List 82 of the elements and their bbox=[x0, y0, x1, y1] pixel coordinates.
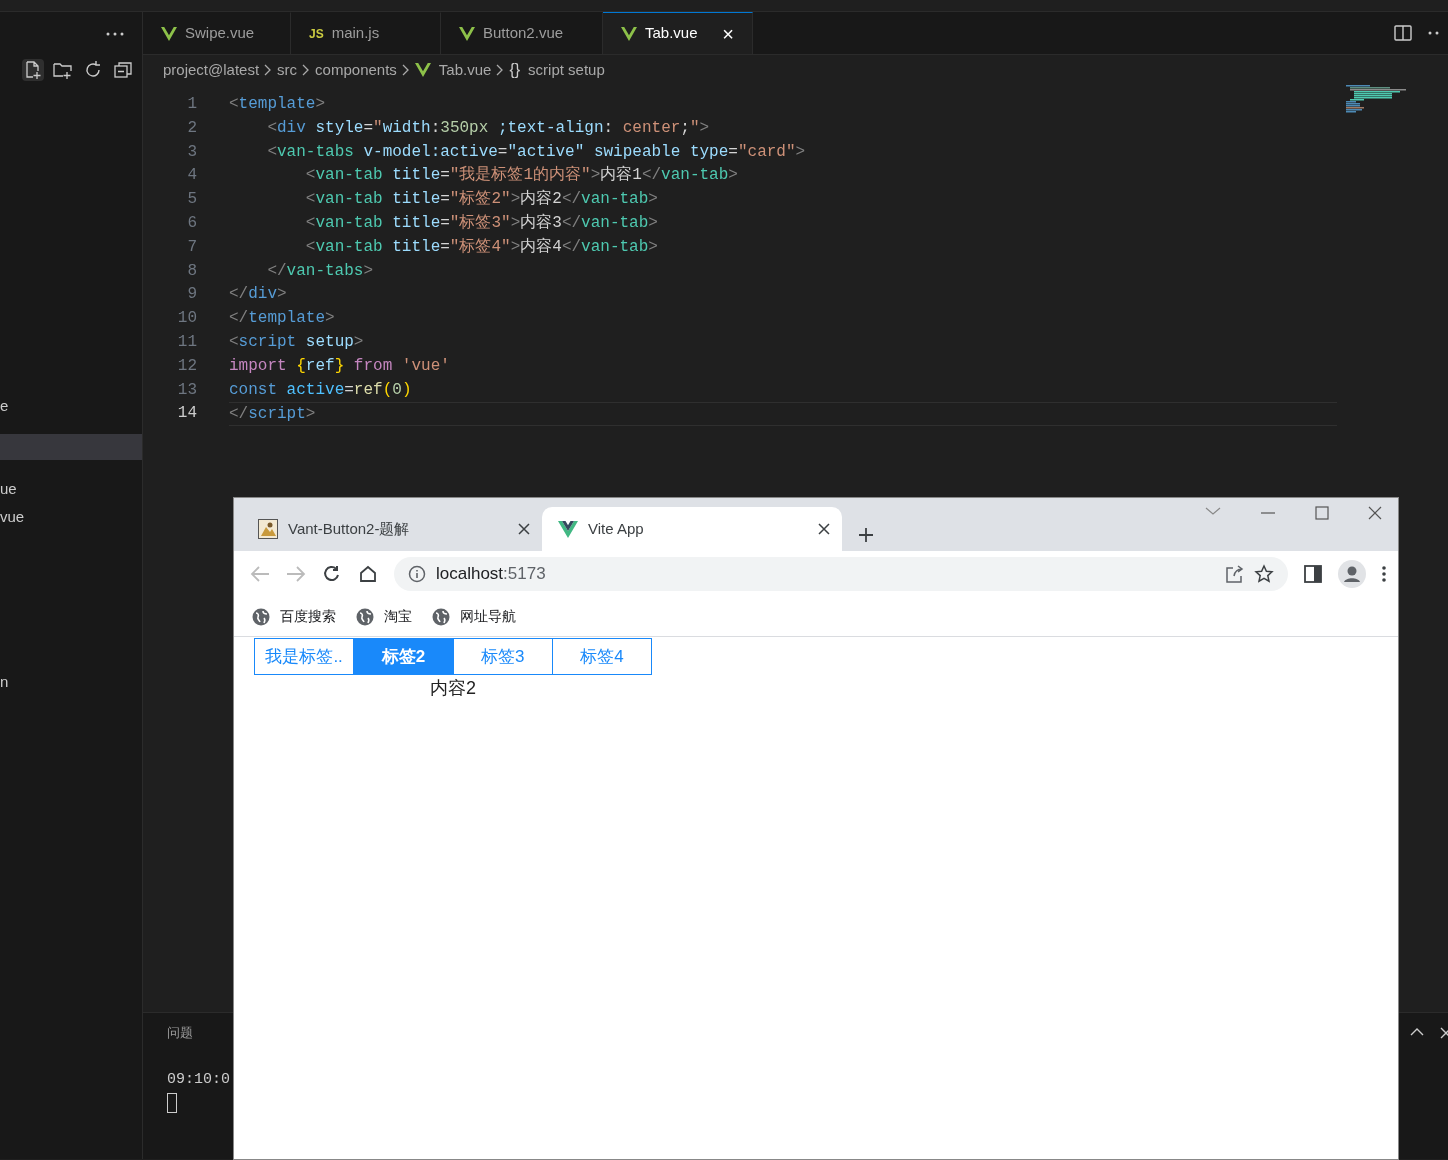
line-number: 4 bbox=[186, 165, 197, 187]
globe-icon bbox=[356, 607, 374, 626]
collapse-icon[interactable] bbox=[112, 59, 134, 81]
code-line: </template> bbox=[229, 308, 336, 330]
terminal-text: 09:10:0 bbox=[167, 1069, 231, 1090]
breadcrumb-item[interactable]: components bbox=[315, 58, 397, 82]
code-line: <van-tab title="标签4">内容4</van-tab> bbox=[304, 236, 659, 258]
code-line: <van-tab title="标签2">内容2</van-tab> bbox=[304, 188, 659, 211]
breadcrumb-item[interactable]: project@latest bbox=[163, 58, 260, 82]
side-panel-icon[interactable] bbox=[1304, 565, 1322, 583]
menu-icon[interactable] bbox=[1382, 566, 1386, 582]
code-line: <van-tab title="标签3">内容3</van-tab> bbox=[304, 212, 659, 234]
line-number: 5 bbox=[186, 189, 197, 211]
line-number: 13 bbox=[176, 379, 197, 401]
v-logo-icon bbox=[414, 63, 431, 77]
line-number: 14 bbox=[176, 403, 197, 425]
v-logo-icon bbox=[621, 26, 637, 41]
file-item[interactable]: ue bbox=[0, 476, 142, 502]
more-icon[interactable] bbox=[1428, 31, 1440, 35]
new-tab-button[interactable] bbox=[858, 527, 874, 543]
info-icon bbox=[408, 565, 426, 583]
profile-icon[interactable] bbox=[1338, 560, 1366, 588]
address-bar[interactable]: localhost:5173 bbox=[394, 557, 1288, 591]
breadcrumb-item[interactable]: {} script setup bbox=[509, 58, 605, 82]
tab-content-text: 内容2 bbox=[430, 678, 476, 698]
bookmark-link[interactable]: 网址导航 bbox=[432, 606, 516, 627]
js-icon: JS bbox=[309, 24, 324, 43]
line-number: 12 bbox=[176, 355, 197, 377]
code-line: </script> bbox=[229, 402, 1337, 427]
code-line: </div> bbox=[229, 284, 288, 306]
breadcrumb-item[interactable]: Tab.vue bbox=[414, 58, 492, 82]
code-line: </van-tabs> bbox=[266, 260, 375, 282]
line-number: 1 bbox=[186, 94, 197, 115]
share-icon[interactable] bbox=[1224, 564, 1244, 584]
chevron-down-icon[interactable] bbox=[1205, 506, 1221, 516]
globe-icon bbox=[252, 607, 270, 626]
new-file-icon[interactable] bbox=[22, 59, 44, 81]
home-icon[interactable] bbox=[358, 564, 378, 584]
line-number: 2 bbox=[186, 117, 197, 139]
breadcrumb-item[interactable]: src bbox=[277, 58, 298, 82]
bookmark-link[interactable]: 百度搜索 bbox=[252, 606, 336, 627]
close-icon[interactable] bbox=[1368, 506, 1382, 520]
chevron-right-icon bbox=[400, 63, 411, 77]
file-item[interactable]: n bbox=[0, 669, 142, 695]
file-item[interactable]: vue bbox=[0, 504, 142, 530]
close-icon[interactable]: × bbox=[722, 18, 734, 49]
line-number: 3 bbox=[186, 141, 197, 163]
code-line: const active=ref(0) bbox=[229, 379, 413, 401]
close-icon[interactable] bbox=[818, 523, 830, 535]
line-number: 6 bbox=[186, 213, 197, 234]
braces-icon: {} bbox=[509, 58, 521, 82]
code-line: <van-tabs v-model:active="active" swipeable type="card"> bbox=[266, 141, 807, 163]
minimap-drawing[interactable] bbox=[1346, 85, 1406, 113]
close-icon[interactable] bbox=[518, 523, 530, 535]
line-number: 8 bbox=[186, 260, 197, 282]
file-item[interactable]: e bbox=[0, 393, 142, 419]
globe-icon bbox=[432, 607, 450, 626]
code-line: <template> bbox=[229, 94, 327, 115]
split-editor-icon[interactable] bbox=[1394, 24, 1412, 42]
line-number: 11 bbox=[176, 331, 197, 353]
reload-icon[interactable] bbox=[322, 564, 342, 584]
page-tab[interactable]: 标签2 bbox=[354, 639, 454, 674]
code-line: <div style="width:350px ;text-align: center;"> bbox=[266, 117, 711, 139]
line-number: 7 bbox=[186, 236, 197, 258]
terminal-cursor bbox=[167, 1093, 177, 1113]
v-logo-icon bbox=[558, 520, 578, 538]
code-line: <script setup> bbox=[229, 331, 365, 353]
maximize-icon[interactable] bbox=[1315, 506, 1329, 520]
code-line: <van-tab title="我是标签1的内容">内容1</van-tab> bbox=[304, 164, 739, 187]
chevron-up-icon[interactable] bbox=[1410, 1027, 1424, 1037]
v-logo-icon bbox=[459, 26, 475, 41]
v-logo-icon bbox=[161, 26, 177, 41]
panel-tab[interactable]: 问题 bbox=[167, 1023, 193, 1043]
star-icon[interactable] bbox=[1254, 564, 1274, 584]
editor-tab[interactable]: Tab.vue × bbox=[603, 12, 753, 54]
line-number: 10 bbox=[176, 308, 197, 330]
browser-tab[interactable]: Vant-Button2-题解 bbox=[242, 507, 542, 551]
code-line: import {ref} from 'vue' bbox=[229, 355, 451, 377]
bookmark-link[interactable]: 淘宝 bbox=[356, 606, 412, 627]
browser-tab[interactable]: Vite App bbox=[542, 507, 842, 551]
more-icon[interactable] bbox=[106, 31, 124, 36]
line-number: 9 bbox=[186, 284, 197, 306]
